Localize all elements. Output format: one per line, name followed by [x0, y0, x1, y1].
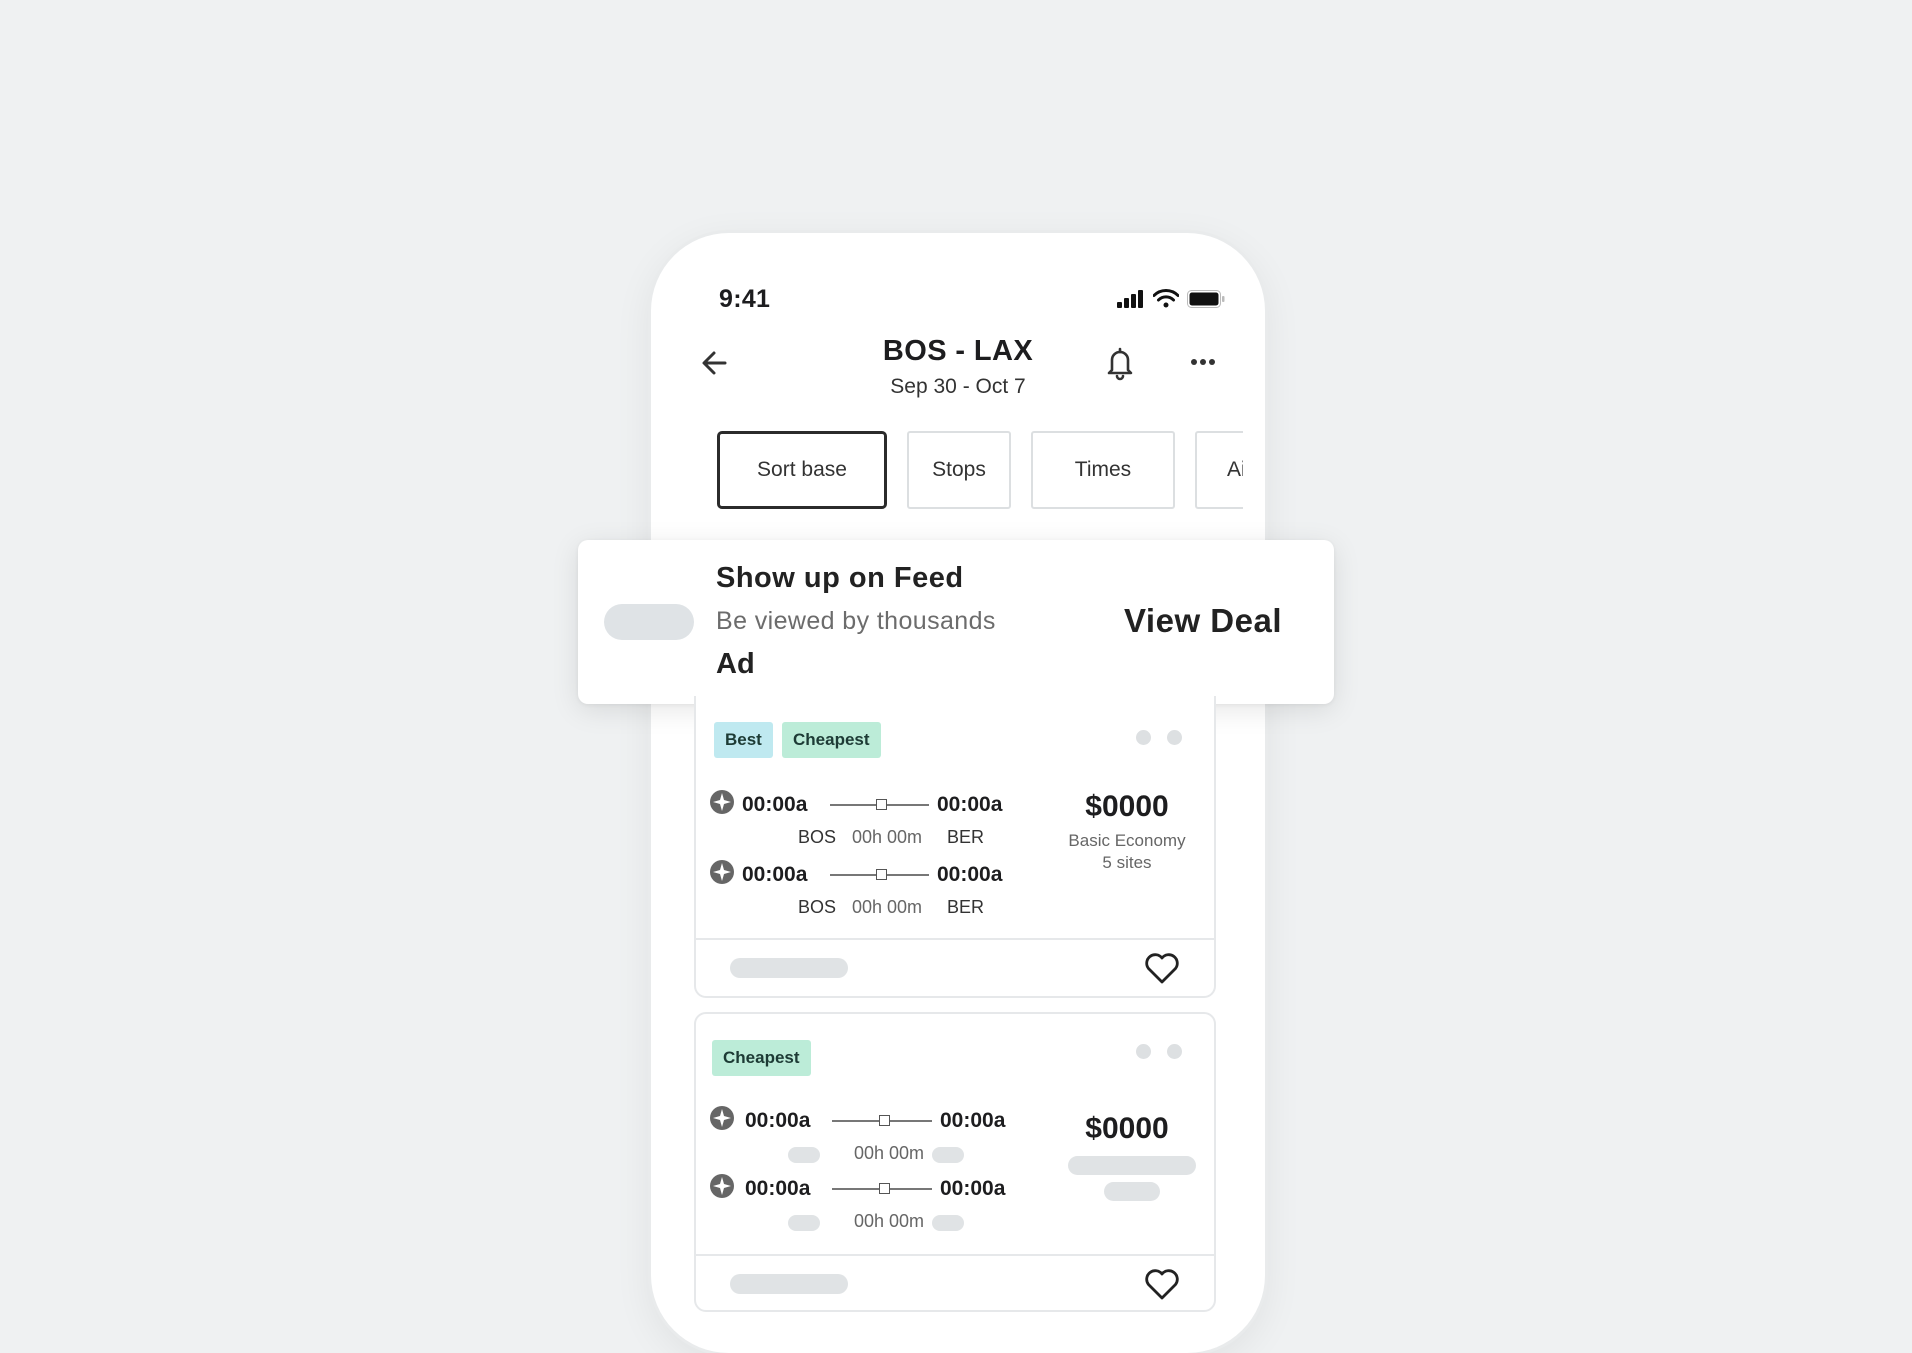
view-deal-button[interactable]: View Deal [1124, 602, 1282, 640]
status-bar: 9:41 [651, 233, 1265, 313]
skeleton-placeholder [730, 1274, 848, 1294]
duration: 00h 00m [854, 1211, 925, 1231]
route-dates: Sep 30 - Oct 7 [890, 375, 1026, 398]
heart-icon[interactable] [1144, 1267, 1180, 1301]
status-time: 9:41 [719, 285, 771, 313]
provider-dots [1136, 1044, 1182, 1059]
status-icons [1117, 289, 1225, 308]
ad-subtitle: Be viewed by thousands [716, 607, 996, 635]
flight-result-card[interactable]: Cheapest 00:00a 00:00a 00h 00m 00:00a 00… [694, 1012, 1216, 1312]
fare-class: Basic Economy [1068, 831, 1186, 850]
ad-label: Ad [716, 648, 755, 680]
flight-result-card[interactable]: Best Cheapest 00:00a 00:00a BOS 00h 00m … [694, 696, 1216, 998]
price: $0000 [1085, 790, 1169, 823]
badge-cheapest: Cheapest [712, 1040, 811, 1076]
provider-dots [1136, 730, 1182, 745]
arrival-time: 00:00a [940, 1109, 1006, 1132]
airline-logo-icon [710, 1174, 734, 1198]
ad-title: Show up on Feed [716, 562, 964, 594]
outbound-leg: 00:00a 00:00a 00h 00m [710, 1106, 1050, 1166]
outbound-leg: 00:00a 00:00a BOS 00h 00m BER [710, 790, 1050, 850]
arrival-time: 00:00a [937, 793, 1003, 816]
ad-logo-placeholder [604, 604, 694, 640]
filter-chip-airlines[interactable]: Ai [1195, 431, 1243, 509]
site-count: 5 sites [1102, 853, 1152, 872]
return-leg: 00:00a 00:00a 00h 00m [710, 1174, 1050, 1234]
stop-marker [876, 869, 887, 880]
heart-icon[interactable] [1144, 951, 1180, 985]
arrival-time: 00:00a [937, 863, 1003, 886]
route-title: BOS - LAX [882, 335, 1034, 367]
badge-cheapest: Cheapest [782, 722, 881, 758]
price: $0000 [1085, 1112, 1169, 1145]
filter-chip-bar: Sort base Stops Times Ai [717, 427, 1243, 517]
skeleton-placeholder [788, 1147, 820, 1163]
skeleton-placeholder [730, 958, 848, 978]
skeleton-placeholder [932, 1147, 964, 1163]
airline-logo-icon [710, 790, 734, 814]
filter-chip-stops[interactable]: Stops [907, 431, 1011, 509]
departure-time: 00:00a [745, 1109, 811, 1132]
departure-time: 00:00a [742, 863, 808, 886]
departure-time: 00:00a [742, 793, 808, 816]
sponsored-ad-card[interactable]: Show up on Feed Be viewed by thousands A… [578, 540, 1334, 704]
battery-icon [1187, 289, 1225, 308]
departure-time: 00:00a [745, 1177, 811, 1200]
origin-code: BOS [798, 827, 837, 847]
stop-marker [879, 1183, 890, 1194]
destination-code: BER [947, 897, 985, 917]
stop-marker [879, 1115, 890, 1126]
duration: 00h 00m [854, 1143, 925, 1163]
wifi-icon [1153, 289, 1179, 308]
duration: 00h 00m [852, 827, 923, 847]
skeleton-placeholder [1104, 1182, 1160, 1201]
arrival-time: 00:00a [940, 1177, 1006, 1200]
bell-icon[interactable] [1103, 345, 1137, 381]
signal-icon [1117, 289, 1143, 308]
skeleton-placeholder [788, 1215, 820, 1231]
filter-chip-sort[interactable]: Sort base [717, 431, 887, 509]
skeleton-placeholder [1068, 1156, 1196, 1175]
origin-code: BOS [798, 897, 837, 917]
duration: 00h 00m [852, 897, 923, 917]
return-leg: 00:00a 00:00a BOS 00h 00m BER [710, 860, 1050, 920]
results-header: BOS - LAX Sep 30 - Oct 7 [651, 323, 1265, 433]
badge-best: Best [714, 722, 773, 758]
airline-logo-icon [710, 1106, 734, 1130]
filter-chip-times[interactable]: Times [1031, 431, 1175, 509]
stop-marker [876, 799, 887, 810]
skeleton-placeholder [932, 1215, 964, 1231]
destination-code: BER [947, 827, 985, 847]
airline-logo-icon [710, 860, 734, 884]
more-options-icon[interactable] [1185, 347, 1221, 377]
